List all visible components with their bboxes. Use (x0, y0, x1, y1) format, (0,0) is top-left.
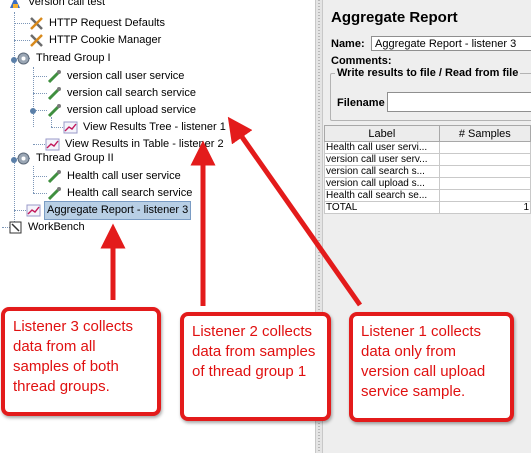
arrow-listener-1 (227, 116, 363, 307)
callout-listener-1: Listener 1 collects data only from versi… (349, 312, 514, 422)
callout-listener-2: Listener 2 collects data from samples of… (180, 312, 331, 421)
callout-listener-3: Listener 3 collects data from all sample… (1, 307, 161, 416)
